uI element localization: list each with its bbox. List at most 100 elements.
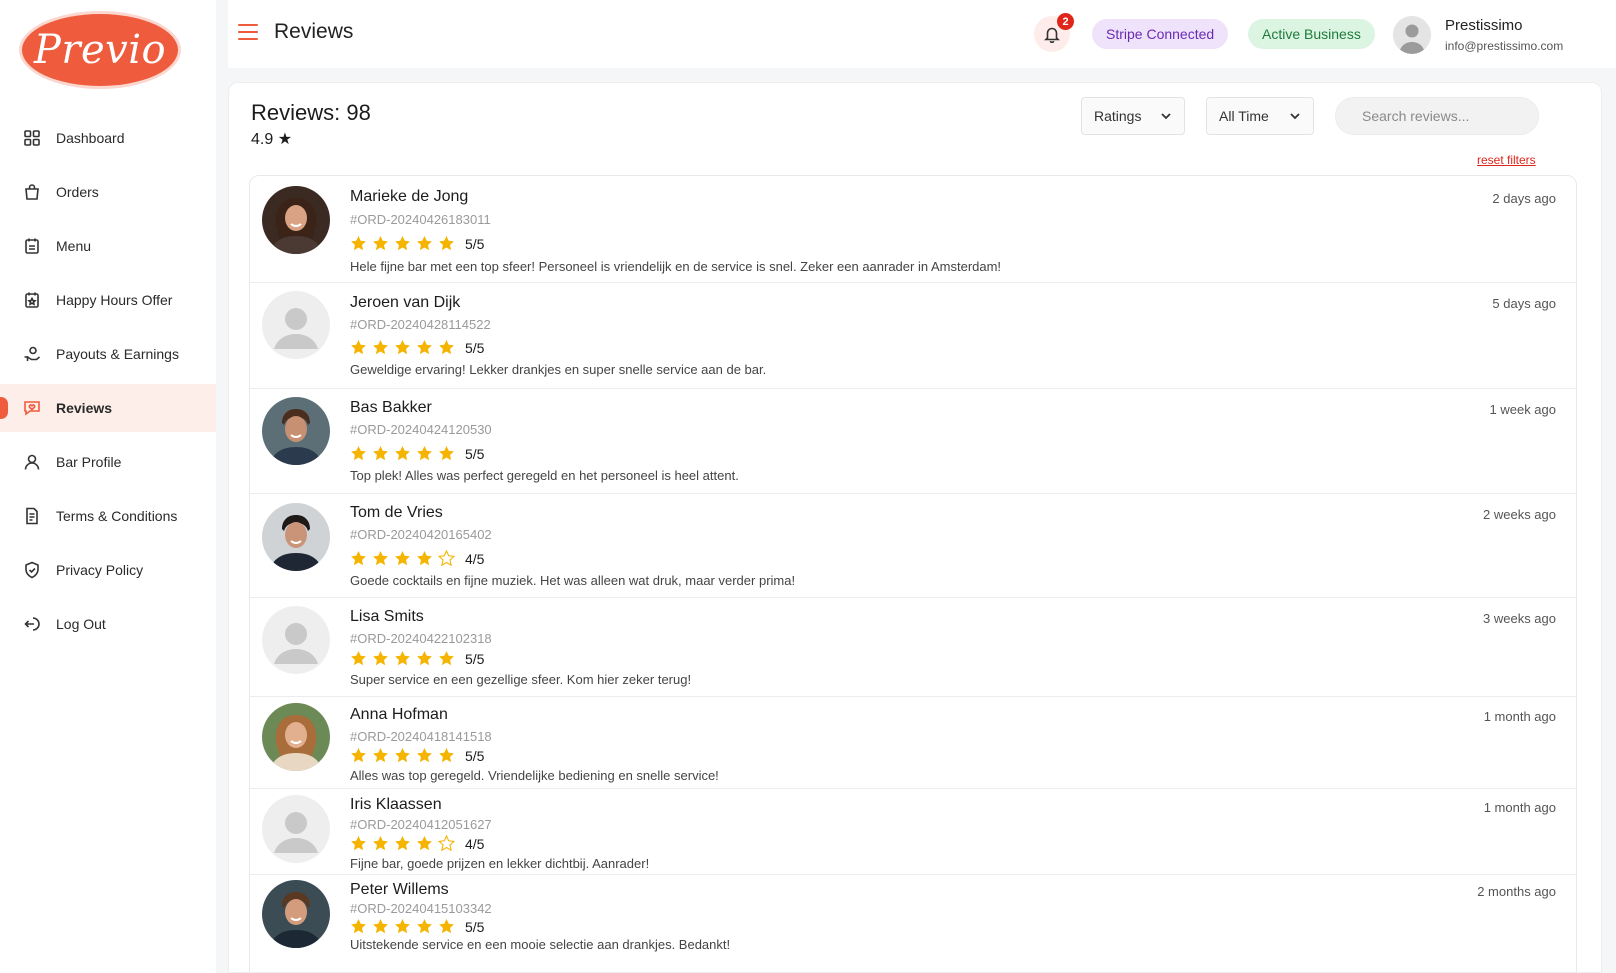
grid-icon	[22, 128, 42, 148]
sidebar-item-bar-profile[interactable]: Bar Profile	[0, 438, 216, 486]
review-text: Alles was top geregeld. Vriendelijke bed…	[350, 768, 719, 783]
reviews-list: Marieke de Jong #ORD-20240426183011 5/5 Hel…	[249, 175, 1577, 973]
business-status-badge: Active Business	[1248, 19, 1375, 49]
sidebar-item-payouts[interactable]: Payouts & Earnings	[0, 330, 216, 378]
star-filled-icon	[373, 836, 388, 851]
review-row[interactable]: Marieke de Jong #ORD-20240426183011 5/5 Hel…	[250, 176, 1576, 283]
star-filled-icon	[395, 446, 410, 461]
search-reviews-input[interactable]	[1335, 97, 1539, 135]
review-time: 2 days ago	[1492, 191, 1556, 206]
star-filled-icon	[373, 651, 388, 666]
sidebar-item-privacy[interactable]: Privacy Policy	[0, 546, 216, 594]
sidebar-item-menu[interactable]: Menu	[0, 222, 216, 270]
review-time: 3 weeks ago	[1483, 611, 1556, 626]
notifications-button[interactable]: 2	[1034, 13, 1074, 52]
reviewer-name: Peter Willems	[350, 881, 449, 898]
order-id: #ORD-20240422102318	[350, 631, 492, 646]
review-row[interactable]: Bas Bakker #ORD-20240424120530 5/5 Top plek…	[250, 389, 1576, 494]
shield-icon	[22, 560, 42, 580]
review-row[interactable]: Lisa Smits #ORD-20240422102318 5/5 Super se…	[250, 598, 1576, 697]
sidebar-item-reviews[interactable]: Reviews	[0, 384, 216, 432]
rating-value: 4/5	[465, 550, 485, 567]
star-filled-icon	[439, 236, 454, 251]
reviewer-avatar	[262, 880, 330, 948]
sidebar-item-label: Menu	[56, 238, 92, 254]
review-row[interactable]: Jeroen van Dijk #ORD-20240428114522 5/5 Gew…	[250, 283, 1576, 389]
time-filter-select[interactable]: All Time	[1206, 97, 1314, 135]
user-avatar[interactable]	[1393, 16, 1431, 54]
star-filled-icon	[439, 446, 454, 461]
order-id: #ORD-20240426183011	[350, 212, 491, 227]
hamburger-menu-icon[interactable]	[238, 24, 258, 40]
sidebar-item-happy-hours[interactable]: Happy Hours Offer	[0, 276, 216, 324]
reviewer-avatar	[262, 397, 330, 465]
star-filled-icon	[417, 446, 432, 461]
star-filled-icon	[351, 236, 366, 251]
star-filled-icon	[351, 651, 366, 666]
star-filled-icon	[417, 836, 432, 851]
star-filled-icon	[395, 836, 410, 851]
review-text: Uitstekende service en een mooie selecti…	[350, 937, 731, 952]
star-filled-icon	[373, 551, 388, 566]
star-rating: 5/5	[350, 235, 484, 252]
star-rating: 5/5	[350, 918, 484, 935]
reviewer-name: Marieke de Jong	[350, 188, 469, 205]
sidebar-item-label: Dashboard	[56, 130, 125, 146]
star-filled-icon	[439, 340, 454, 355]
logout-icon	[22, 614, 42, 634]
average-rating: 4.9 ★	[251, 131, 293, 148]
rating-value: 5/5	[465, 650, 485, 667]
star-filled-icon	[417, 919, 432, 934]
sidebar-item-logout[interactable]: Log Out	[0, 600, 216, 648]
reviewer-name: Lisa Smits	[350, 608, 424, 625]
star-filled-icon	[373, 236, 388, 251]
reviewer-avatar	[262, 186, 330, 254]
order-id: #ORD-20240424120530	[350, 422, 492, 437]
order-id: #ORD-20240412051627	[350, 817, 492, 832]
star-filled-icon	[351, 748, 366, 763]
reviewer-name: Iris Klaassen	[350, 796, 442, 813]
ratings-filter-select[interactable]: Ratings	[1081, 97, 1185, 135]
user-email: info@prestissimo.com	[1445, 39, 1564, 53]
star-rating: 4/5	[350, 550, 484, 567]
star-filled-icon	[395, 651, 410, 666]
page-title: Reviews	[274, 20, 354, 43]
logo-text: Previo	[33, 27, 167, 73]
review-text: Geweldige ervaring! Lekker drankjes en s…	[350, 362, 767, 377]
star-filled-icon	[351, 919, 366, 934]
sidebar-item-label: Payouts & Earnings	[56, 346, 179, 362]
sidebar-item-label: Privacy Policy	[56, 562, 144, 578]
star-rating: 4/5	[350, 835, 484, 852]
sidebar-item-terms[interactable]: Terms & Conditions	[0, 492, 216, 540]
review-row[interactable]: Iris Klaassen #ORD-20240412051627 4/5 Fijne…	[250, 789, 1576, 875]
sidebar-item-label: Happy Hours Offer	[56, 292, 173, 308]
star-filled-icon	[395, 236, 410, 251]
brand-logo[interactable]: Previo	[22, 14, 178, 86]
chevron-down-icon	[1290, 113, 1300, 120]
star-filled-icon	[417, 236, 432, 251]
reviewer-avatar	[262, 606, 330, 674]
star-filled-icon	[373, 446, 388, 461]
reviewer-avatar	[262, 291, 330, 359]
menu-icon	[22, 236, 42, 256]
star-filled-icon	[351, 551, 366, 566]
sidebar-item-label: Orders	[56, 184, 99, 200]
review-row[interactable]: Tom de Vries #ORD-20240420165402 4/5 Goede …	[250, 494, 1576, 598]
sidebar-item-dashboard[interactable]: Dashboard	[0, 114, 216, 162]
reset-filters-link[interactable]: reset filters	[1477, 153, 1536, 167]
review-row[interactable]: Peter Willems #ORD-20240415103342 5/5 Uitst…	[250, 875, 1576, 973]
ratings-filter-value: Ratings	[1094, 108, 1142, 124]
review-time: 1 month ago	[1483, 800, 1556, 815]
star-filled-icon	[439, 919, 454, 934]
reviewer-name: Anna Hofman	[350, 706, 448, 723]
rating-value: 5/5	[465, 339, 485, 356]
rating-value: 5/5	[465, 918, 485, 935]
review-row[interactable]: Anna Hofman #ORD-20240418141518 5/5 Alles w…	[250, 697, 1576, 789]
reviewer-avatar	[262, 703, 330, 771]
sidebar-item-label: Reviews	[56, 400, 113, 416]
star-filled-icon	[351, 446, 366, 461]
reviewer-name: Jeroen van Dijk	[350, 294, 461, 311]
sidebar-item-orders[interactable]: Orders	[0, 168, 216, 216]
star-filled-icon	[417, 651, 432, 666]
star-rating: 5/5	[350, 650, 484, 667]
